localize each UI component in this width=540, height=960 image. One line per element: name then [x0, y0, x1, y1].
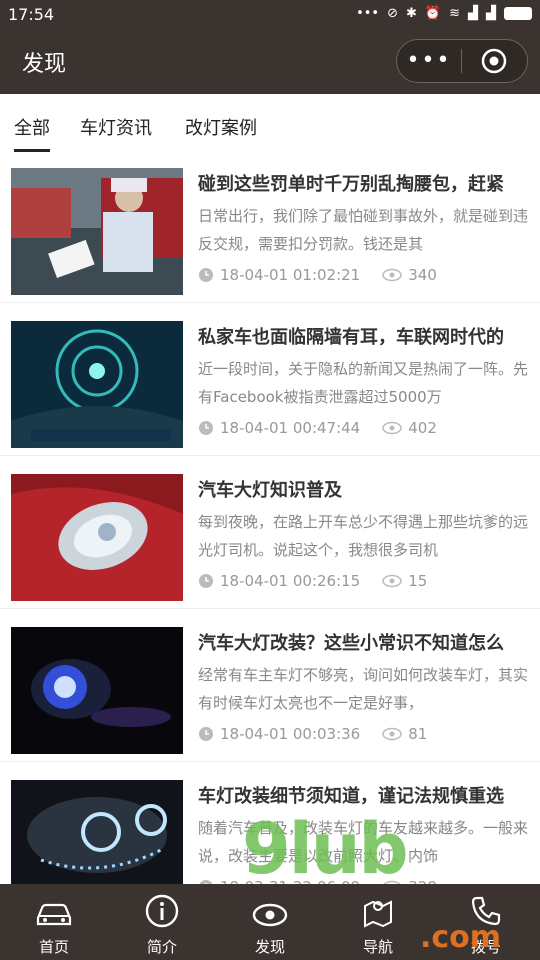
- map-pin-icon: [364, 900, 392, 928]
- article-title: 汽车大灯知识普及: [198, 480, 342, 501]
- clock-icon: [198, 726, 214, 742]
- article-title: 碰到这些罚单时千万别乱掏腰包，赶紧: [198, 174, 504, 195]
- tabbar-navigation[interactable]: 导航: [324, 884, 432, 960]
- article-views: 81: [408, 725, 428, 743]
- status-icons: ••• ⊘ ✱ ⏰ ≋ ▟ ▟: [356, 6, 532, 21]
- article-date: 18-04-01 00:47:44: [220, 419, 361, 437]
- article-date: 18-04-01 00:03:36: [220, 725, 361, 743]
- alarm-icon: ⏰: [424, 6, 442, 21]
- signal2-icon: ▟: [486, 6, 496, 21]
- link-icon: ⊘: [387, 6, 398, 21]
- eye-icon: [252, 903, 288, 927]
- eye-icon: [382, 268, 402, 282]
- watermark-logo: 9lub: [242, 808, 409, 890]
- close-icon[interactable]: [462, 48, 526, 74]
- tabbar-discover[interactable]: 发现: [216, 884, 324, 960]
- article-title: 私家车也面临隔墙有耳，车联网时代的: [198, 327, 504, 348]
- tab-mod-cases[interactable]: 改灯案例: [185, 114, 257, 140]
- status-bar: 17:54 ••• ⊘ ✱ ⏰ ≋ ▟ ▟: [0, 0, 540, 32]
- tabbar-home-label: 首页: [38, 938, 69, 956]
- article-views: 402: [408, 419, 437, 437]
- tab-light-news[interactable]: 车灯资讯: [80, 114, 152, 140]
- article-views: 340: [408, 266, 437, 284]
- article-title: 汽车大灯改装？这些小常识不知道怎么: [198, 633, 504, 654]
- eye-icon: [382, 421, 402, 435]
- article-thumbnail: [11, 168, 183, 295]
- article-title: 车灯改装细节须知道，谨记法规慎重选: [198, 786, 504, 807]
- article-thumbnail: [11, 474, 183, 601]
- article-thumbnail: [11, 627, 183, 754]
- article-date: 18-04-01 01:02:21: [220, 266, 361, 284]
- category-tabs: 全部 车灯资讯 改灯案例: [0, 94, 540, 152]
- article-list: 碰到这些罚单时千万别乱掏腰包，赶紧 日常出行，我们除了最怕碰到事故外，就是碰到违…: [0, 150, 540, 915]
- list-item[interactable]: 碰到这些罚单时千万别乱掏腰包，赶紧 日常出行，我们除了最怕碰到事故外，就是碰到违…: [0, 150, 540, 303]
- article-summary: 日常出行，我们除了最怕碰到事故外，就是碰到违反交规，需要扣分罚款。钱还是其: [198, 207, 528, 253]
- list-item[interactable]: 汽车大灯改装？这些小常识不知道怎么 经常有车主车灯不够亮，询问如何改装车灯，其实…: [0, 609, 540, 762]
- watermark-suffix: .com: [420, 920, 502, 955]
- signal-icon: ▟: [468, 6, 478, 21]
- tab-all[interactable]: 全部: [14, 114, 50, 152]
- tabbar-home[interactable]: 首页: [0, 884, 108, 960]
- clock-icon: [198, 420, 214, 436]
- status-time: 17:54: [8, 5, 55, 24]
- list-item[interactable]: 私家车也面临隔墙有耳，车联网时代的 近一段时间，关于隐私的新闻又是热闹了一阵。先…: [0, 303, 540, 456]
- eye-icon: [382, 727, 402, 741]
- mini-program-capsule: •••: [396, 39, 528, 83]
- nav-bar: 发现 •••: [0, 32, 540, 94]
- tabbar-intro-label: 简介: [146, 938, 177, 956]
- eye-icon: [382, 574, 402, 588]
- info-icon: [145, 894, 179, 928]
- wifi-icon: ≋: [449, 6, 460, 21]
- tabbar-discover-label: 发现: [254, 938, 285, 956]
- dots-icon: •••: [356, 6, 380, 21]
- clock-icon: [198, 267, 214, 283]
- article-views: 15: [408, 572, 428, 590]
- article-summary: 近一段时间，关于隐私的新闻又是热闹了一阵。先有Facebook被指责泄露超过50…: [198, 360, 528, 406]
- page-title: 发现: [22, 52, 67, 77]
- tabbar-intro[interactable]: 简介: [108, 884, 216, 960]
- car-icon: [36, 903, 72, 926]
- battery-icon: [504, 7, 532, 20]
- article-summary: 经常有车主车灯不够亮，询问如何改装车灯，其实有时候车灯太亮也不一定是好事，: [198, 666, 528, 712]
- clock-icon: [198, 573, 214, 589]
- article-thumbnail: [11, 321, 183, 448]
- list-item[interactable]: 汽车大灯知识普及 每到夜晚，在路上开车总少不得遇上那些坑爹的远光灯司机。说起这个…: [0, 456, 540, 609]
- bluetooth-icon: ✱: [406, 6, 417, 21]
- article-summary: 每到夜晚，在路上开车总少不得遇上那些坑爹的远光灯司机。说起这个，我想很多司机: [198, 513, 528, 559]
- article-date: 18-04-01 00:26:15: [220, 572, 361, 590]
- tabbar-navigation-label: 导航: [362, 938, 393, 956]
- more-icon[interactable]: •••: [397, 41, 461, 81]
